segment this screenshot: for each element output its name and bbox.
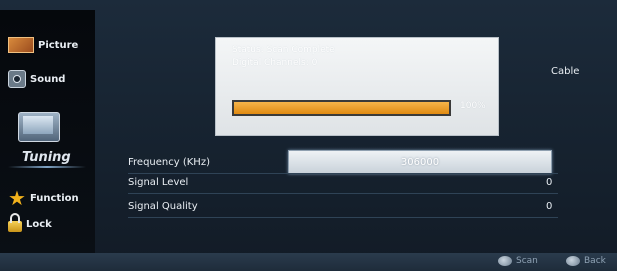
divider bbox=[128, 193, 558, 194]
divider bbox=[128, 217, 558, 218]
sidebar-item-label: Picture bbox=[38, 39, 79, 51]
signal-source-label: Cable bbox=[551, 66, 580, 77]
sidebar: Picture Sound ★ Function Lock bbox=[0, 10, 95, 253]
signal-level-value: 0 bbox=[546, 177, 553, 188]
sidebar-item-label: Function bbox=[29, 192, 79, 204]
sidebar-item-label: Lock bbox=[26, 218, 52, 230]
sidebar-item-label: Sound bbox=[30, 73, 66, 85]
sidebar-item-tuning[interactable] bbox=[18, 112, 60, 142]
scan-status-text: Status: Scan Complete bbox=[232, 45, 335, 55]
scan-status-dialog: Status: Scan Complete Digital Channels: … bbox=[215, 37, 499, 136]
sidebar-item-picture[interactable]: Picture bbox=[8, 37, 78, 53]
remote-button-icon bbox=[498, 256, 512, 266]
speaker-icon bbox=[8, 70, 26, 88]
star-icon: ★ bbox=[8, 186, 26, 210]
sidebar-item-sound[interactable]: Sound bbox=[8, 70, 65, 88]
scan-progress-fill bbox=[234, 102, 449, 114]
selection-highlight bbox=[8, 166, 86, 168]
sidebar-item-lock[interactable]: Lock bbox=[8, 213, 52, 232]
frequency-input[interactable]: 306000 bbox=[288, 150, 552, 174]
frequency-value: 306000 bbox=[400, 156, 440, 168]
picture-icon bbox=[8, 37, 34, 53]
signal-quality-value: 0 bbox=[546, 201, 553, 212]
scan-label: Scan bbox=[516, 256, 538, 266]
signal-level-label: Signal Level bbox=[128, 177, 189, 188]
scan-progress-percent: 100% bbox=[460, 101, 486, 111]
divider bbox=[128, 173, 558, 174]
sidebar-item-function[interactable]: ★ Function bbox=[8, 188, 79, 208]
back-button[interactable]: Back bbox=[566, 256, 606, 266]
footer-bar: Scan Back bbox=[0, 253, 617, 271]
sidebar-item-tuning-label[interactable]: Tuning bbox=[22, 150, 71, 165]
lock-icon bbox=[8, 213, 22, 232]
digital-channels-text: Digital Channels: 0 bbox=[232, 58, 318, 68]
tv-icon bbox=[18, 112, 60, 142]
remote-button-icon bbox=[566, 256, 580, 266]
tv-menu-screen: Picture Sound ★ Function Lock Tuning Sta… bbox=[0, 0, 617, 271]
frequency-label: Frequency (KHz) bbox=[128, 157, 210, 168]
scan-progress-bar bbox=[232, 100, 451, 116]
signal-quality-label: Signal Quality bbox=[128, 201, 198, 212]
scan-button[interactable]: Scan bbox=[498, 256, 538, 266]
back-label: Back bbox=[584, 256, 606, 266]
